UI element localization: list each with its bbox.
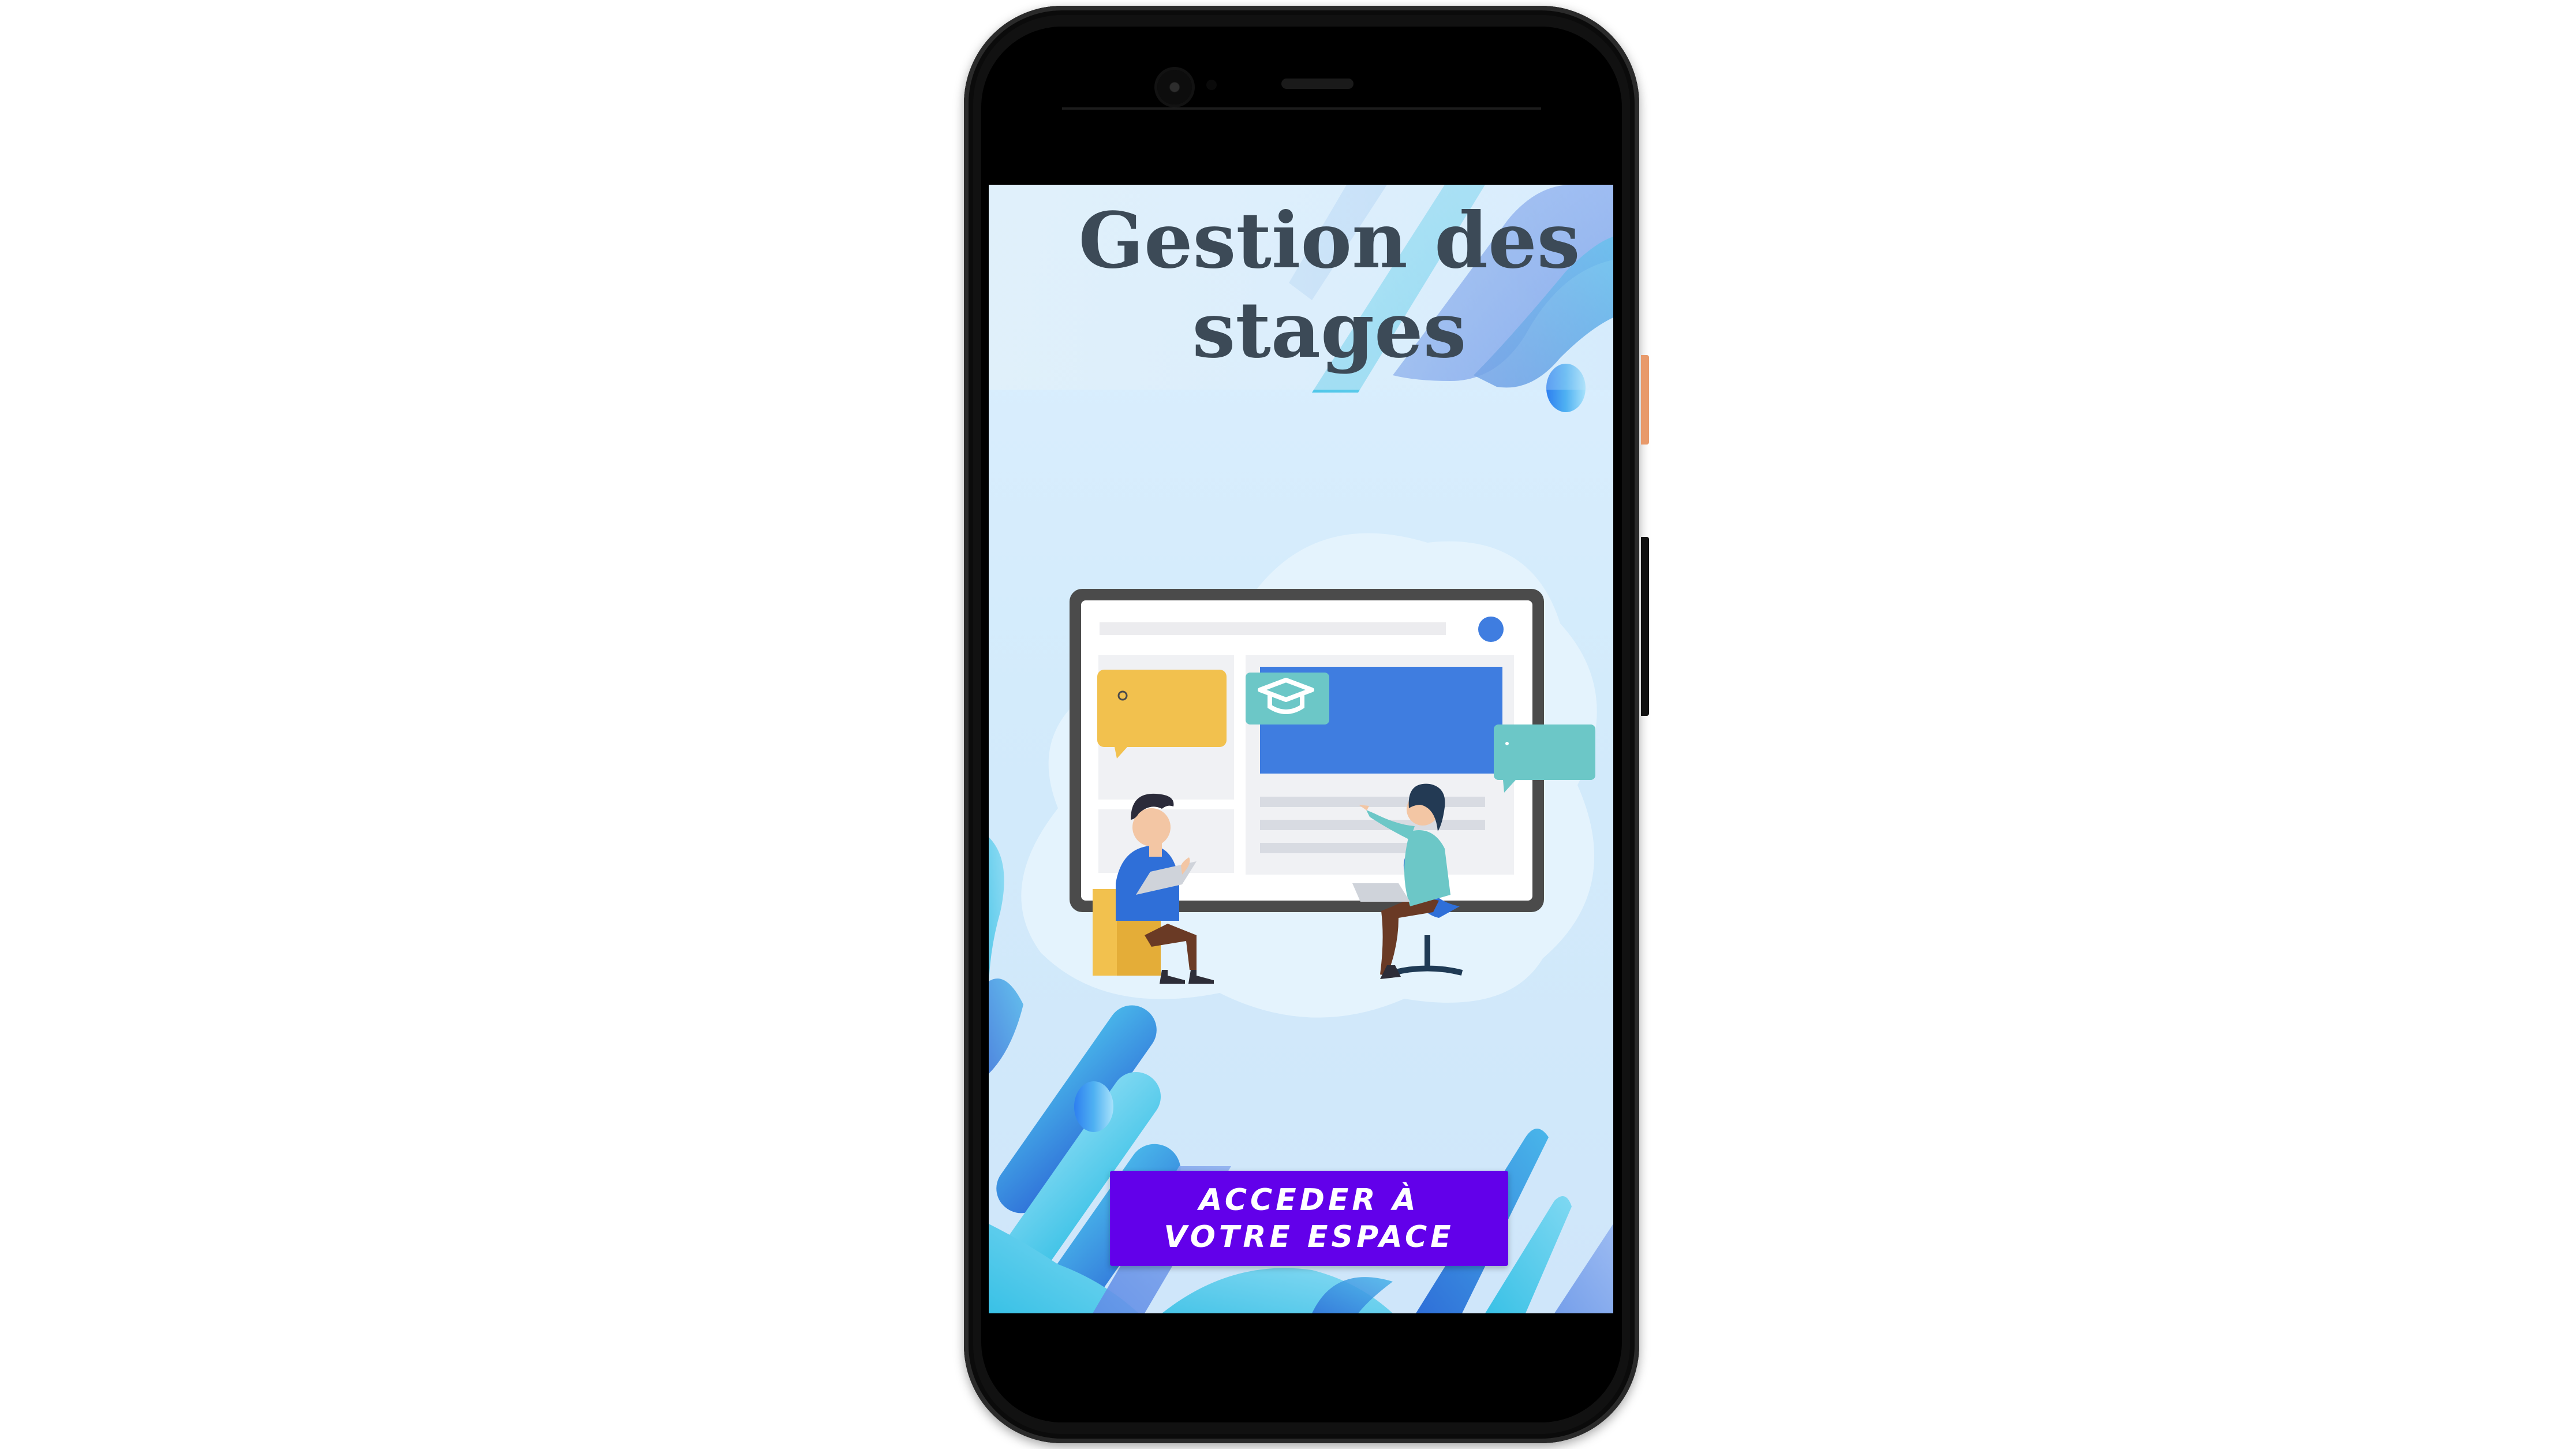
proximity-sensor (1206, 80, 1217, 90)
graduation-cap-icon (1246, 673, 1329, 724)
bezel-line (1062, 107, 1541, 110)
earpiece-speaker (1281, 79, 1354, 89)
access-space-button[interactable]: ACCEDER À VOTRE ESPACE (1110, 1171, 1508, 1266)
page-title: Gestion des stages (1078, 196, 1580, 375)
power-button (1641, 355, 1649, 445)
volume-button (1641, 537, 1649, 716)
app-screen: Gestion des stages ACCEDER À VOTRE ESPAC… (989, 185, 1613, 1313)
front-camera (1157, 70, 1192, 104)
